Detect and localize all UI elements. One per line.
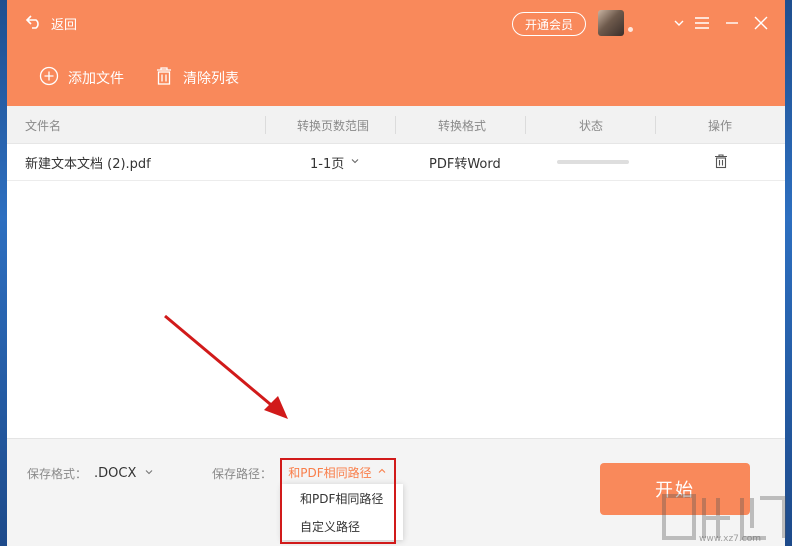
- watermark-url: www.xz7.com: [699, 534, 761, 544]
- save-path-value: 和PDF相同路径: [288, 465, 372, 480]
- path-option-same-as-pdf[interactable]: 和PDF相同路径: [282, 484, 403, 512]
- save-format-label: 保存格式：: [27, 466, 88, 481]
- chevron-down-icon: [144, 466, 154, 480]
- column-header-status: 状态: [579, 118, 604, 133]
- online-dot: [628, 27, 633, 32]
- save-format-value: .DOCX: [94, 465, 137, 481]
- back-label: 返回: [51, 17, 78, 33]
- column-header-actions: 操作: [708, 118, 733, 133]
- column-header-page-range: 转换页数范围: [297, 118, 370, 133]
- clear-list-button[interactable]: 清除列表: [154, 66, 239, 90]
- save-format-select[interactable]: .DOCX: [94, 463, 154, 483]
- column-divider: [655, 116, 656, 134]
- status-progress-bar: [557, 160, 629, 164]
- trash-icon: [154, 66, 174, 90]
- menu-icon[interactable]: [693, 14, 711, 32]
- vip-button[interactable]: 开通会员: [512, 12, 586, 36]
- file-name: 新建文本文档 (2).pdf: [25, 157, 151, 172]
- title-bar: 返回 开通会员 添加文件 清除列表: [7, 0, 785, 106]
- column-divider: [265, 116, 266, 134]
- delete-row-button[interactable]: [713, 144, 729, 181]
- minimize-icon[interactable]: [723, 14, 741, 32]
- chevron-up-icon: [377, 465, 387, 479]
- convert-format: PDF转Word: [429, 157, 501, 172]
- add-file-label: 添加文件: [68, 71, 124, 87]
- column-divider: [525, 116, 526, 134]
- column-header-format: 转换格式: [438, 118, 487, 133]
- page-range-value: 1-1页: [310, 157, 345, 172]
- path-option-custom[interactable]: 自定义路径: [282, 512, 403, 540]
- save-path-dropdown: 和PDF相同路径 自定义路径: [282, 484, 403, 540]
- trash-icon: [713, 153, 729, 173]
- chevron-down-icon: [350, 155, 360, 170]
- app-window: 返回 开通会员 添加文件 清除列表 文件名 转换页数范围 转换格式 状态 操作 …: [7, 0, 785, 546]
- back-arrow-icon: [25, 12, 43, 34]
- plus-circle-icon: [39, 66, 59, 90]
- table-header: 文件名 转换页数范围 转换格式 状态 操作: [7, 106, 785, 144]
- start-button[interactable]: 开始: [600, 463, 750, 515]
- page-range-select[interactable]: 1-1页: [310, 144, 360, 181]
- table-row: 新建文本文档 (2).pdf 1-1页 PDF转Word: [7, 144, 785, 181]
- column-header-filename: 文件名: [25, 118, 62, 133]
- save-path-label: 保存路径：: [212, 466, 273, 481]
- clear-list-label: 清除列表: [183, 71, 239, 87]
- chevron-down-icon[interactable]: [670, 14, 688, 32]
- back-button[interactable]: 返回: [25, 12, 77, 34]
- save-path-select[interactable]: 和PDF相同路径: [280, 459, 395, 485]
- add-file-button[interactable]: 添加文件: [39, 66, 124, 90]
- close-icon[interactable]: [752, 14, 770, 32]
- avatar[interactable]: [598, 10, 624, 36]
- column-divider: [395, 116, 396, 134]
